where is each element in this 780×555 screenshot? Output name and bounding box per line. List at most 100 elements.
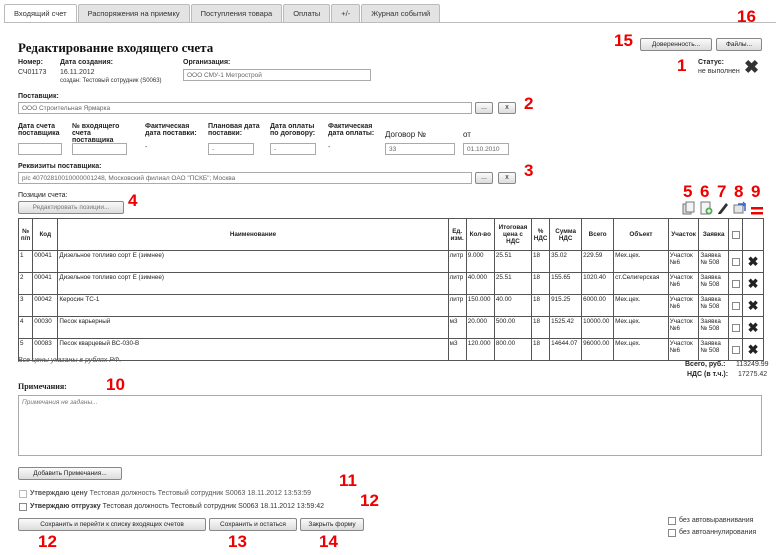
close-x-icon[interactable]: ✖ — [744, 57, 759, 78]
row-select-checkbox[interactable] — [731, 323, 740, 332]
delete-row-icon[interactable]: ✖ — [744, 299, 762, 312]
col-vat-sum: Сумма НДС — [549, 218, 583, 251]
cell-price: 25.51 — [493, 272, 533, 295]
save-and-go-button[interactable]: Сохранить и перейти к списку входящих сч… — [18, 518, 206, 531]
cell-site: Участок №6 — [667, 250, 700, 273]
cell-delete: ✖ — [742, 272, 764, 295]
invoice-number-field[interactable] — [72, 143, 127, 155]
no-autoalign-checkbox[interactable] — [668, 517, 676, 525]
approve-price-text: Утверждаю цену Тестовая должность Тестов… — [30, 490, 311, 497]
approve-shipment-checkbox[interactable] — [19, 503, 27, 511]
delete-row-icon[interactable]: ✖ — [744, 343, 762, 356]
cell-site: Участок №6 — [667, 294, 700, 317]
delete-row-icon[interactable]: ✖ — [744, 321, 762, 334]
add-notes-button[interactable]: Добавить Примечания... — [18, 467, 122, 480]
callout-12-left: 12 — [38, 532, 57, 551]
cell-request: Заявка № 508 — [698, 272, 729, 295]
equals-icon[interactable] — [750, 204, 764, 218]
tab-plus-minus[interactable]: +/- — [331, 4, 361, 23]
cell-request: Заявка № 508 — [698, 250, 729, 273]
select-all-checkbox[interactable] — [731, 230, 740, 239]
actual-delivery-value: - — [145, 144, 148, 151]
cell-unit: м3 — [447, 338, 467, 361]
tab-goods-receipts[interactable]: Поступления товара — [190, 4, 283, 23]
edit-pencil-icon[interactable] — [716, 201, 730, 215]
status-label: Статус: — [698, 59, 724, 66]
table-row[interactable]: 5 00083 Песок кварцевый ВС-030-В м3 120.000 8… — [17, 338, 764, 361]
no-autocancel-label: без автоаннулирования — [679, 529, 757, 536]
callout-15: 15 — [614, 31, 633, 50]
created-by: создан: Тестовый сотрудник (S0063) — [60, 78, 162, 84]
created-label: Дата создания: — [60, 59, 113, 66]
row-select-checkbox[interactable] — [731, 345, 740, 354]
invoice-date-field[interactable] — [18, 143, 62, 155]
approve-price-checkbox[interactable] — [19, 490, 27, 498]
requisites-field[interactable]: р/с 40702810010000001248, Московский фил… — [18, 172, 472, 184]
cell-select — [727, 316, 744, 339]
cell-request: Заявка № 508 — [698, 294, 729, 317]
table-row[interactable]: 1 00041 Дизельное топливо сорт Е (зимнее) л… — [17, 250, 764, 273]
cell-qty: 20.000 — [465, 316, 495, 339]
row-select-checkbox[interactable] — [731, 301, 740, 310]
callout-2: 2 — [524, 94, 534, 113]
cell-vat-pct: 18 — [531, 316, 551, 339]
col-delete — [742, 218, 764, 251]
requisites-clear-button[interactable]: x — [498, 172, 516, 184]
cell-total: 1020.40 — [581, 272, 615, 295]
delete-row-icon[interactable]: ✖ — [744, 255, 762, 268]
cell-index: 4 — [17, 316, 34, 339]
cell-code: 00041 — [32, 272, 59, 295]
table-row[interactable]: 4 00030 Песок карьерный м3 20.000 500.00 18 152… — [17, 316, 764, 339]
contract-field[interactable]: 33 — [385, 143, 455, 155]
cell-vat-sum: 155.65 — [549, 272, 583, 295]
cell-price: 500.00 — [493, 316, 533, 339]
currency-note: Все цены указаны в рублях РФ. — [18, 357, 122, 364]
org-field[interactable]: ООО СМУ-1 Метрострой — [183, 69, 371, 81]
contract-from-field[interactable]: 01.10.2010 — [463, 143, 509, 155]
edit-positions-button[interactable]: Редактировать позиции... — [18, 201, 124, 214]
save-and-stay-button[interactable]: Сохранить и остаться — [209, 518, 297, 531]
supplier-field[interactable]: ООО Строительная Ярмарка — [18, 102, 472, 114]
cell-qty: 9.000 — [465, 250, 495, 273]
col-total: Всего — [581, 218, 615, 251]
transfer-icon[interactable] — [733, 201, 747, 215]
callout-14: 14 — [319, 532, 338, 551]
table-row[interactable]: 3 00042 Керосин ТС-1 литр 150.000 40.00 18 915.… — [17, 294, 764, 317]
planned-delivery-label: Плановая дата поставки: — [208, 123, 260, 137]
requisites-select-button[interactable]: ... — [475, 172, 493, 184]
tab-incoming-invoice[interactable]: Входящий счет — [4, 4, 77, 23]
table-row[interactable]: 2 00041 Дизельное топливо сорт Е (зимнее) л… — [17, 272, 764, 295]
tab-divider — [4, 22, 776, 23]
row-select-checkbox[interactable] — [731, 279, 740, 288]
supplier-clear-button[interactable]: x — [498, 102, 516, 114]
delete-row-icon[interactable]: ✖ — [744, 277, 762, 290]
contract-payment-field[interactable]: - — [270, 143, 316, 155]
vat-total-value: 17275.42 — [738, 371, 768, 378]
supplier-label: Поставщик: — [18, 93, 59, 100]
trust-button[interactable]: Доверенность... — [640, 38, 712, 51]
files-button[interactable]: Файлы... — [716, 38, 762, 51]
cell-object: Мех.цех. — [613, 338, 669, 361]
tab-event-log[interactable]: Журнал событий — [361, 4, 441, 23]
notes-textarea[interactable]: Примечания не заданы... — [18, 395, 762, 456]
cell-site: Участок №6 — [667, 272, 700, 295]
cell-name: Дизельное топливо сорт Е (зимнее) — [57, 272, 449, 295]
tab-payments[interactable]: Оплаты — [283, 4, 331, 23]
copy-icon[interactable] — [682, 201, 696, 215]
row-select-checkbox[interactable] — [731, 257, 740, 266]
cell-vat-pct: 18 — [531, 338, 551, 361]
cell-index: 2 — [17, 272, 34, 295]
close-form-button[interactable]: Закрыть форму — [300, 518, 364, 531]
cell-site: Участок №6 — [667, 338, 700, 361]
add-document-icon[interactable] — [699, 201, 713, 215]
approve-shipment-label: Утверждаю отгрузку — [30, 503, 101, 510]
actual-delivery-label: Фактическая дата поставки: — [145, 123, 197, 137]
supplier-select-button[interactable]: ... — [475, 102, 493, 114]
cell-object: ст.Селигерская — [613, 272, 669, 295]
planned-delivery-field[interactable]: - — [208, 143, 254, 155]
callout-12-right: 12 — [360, 491, 379, 510]
callout-4: 4 — [128, 191, 138, 210]
no-autocancel-checkbox[interactable] — [668, 529, 676, 537]
tab-receiving-orders[interactable]: Распоряжения на приемку — [77, 4, 190, 23]
cell-unit: литр — [447, 272, 467, 295]
